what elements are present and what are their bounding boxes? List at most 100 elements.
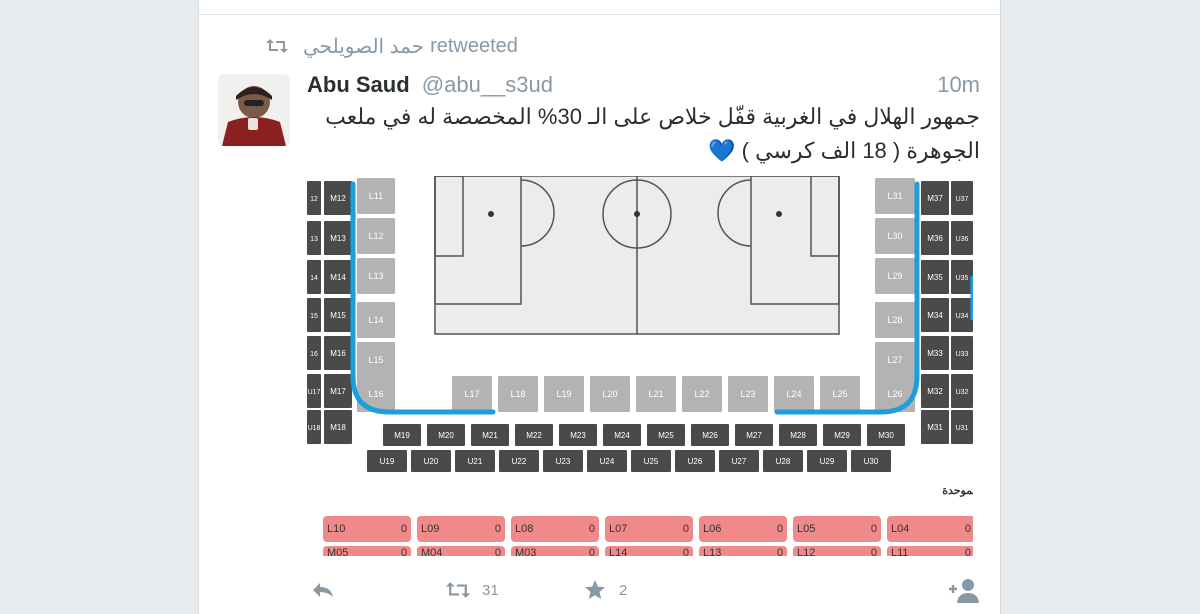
seat-label: M14: [330, 273, 346, 282]
seat-label: U30: [864, 457, 879, 466]
ticket-code: L07: [609, 523, 627, 535]
seat-label: U34: [956, 313, 969, 320]
seat-label: U33: [956, 351, 969, 358]
ticket-count: 0: [777, 523, 783, 535]
seat-label: U23: [556, 457, 571, 466]
seat-label: L16: [368, 389, 383, 399]
ticket-count: 0: [401, 523, 407, 535]
add-user-icon: [949, 579, 979, 603]
seat-label: M36: [927, 234, 943, 243]
seat-label: U27: [732, 457, 747, 466]
seat-label: M24: [614, 431, 630, 440]
seat-label: M28: [790, 431, 806, 440]
seat-label: M33: [927, 349, 943, 358]
ticket-count: 0: [683, 523, 689, 535]
seat-label: M12: [330, 194, 346, 203]
seat-label: L31: [887, 191, 902, 201]
tweet-timestamp[interactable]: 10m: [937, 72, 980, 98]
retweeter-name[interactable]: حمد الصويلحي: [303, 34, 424, 59]
seat-label: L17: [464, 389, 479, 399]
ticket-code: M03: [515, 547, 536, 556]
seat-label: L11: [369, 191, 383, 201]
seat-label: L15: [368, 355, 383, 365]
tweet-actions: 31 2: [307, 572, 980, 608]
retweeted-label: retweeted: [430, 34, 518, 57]
seat-label: M15: [330, 311, 346, 320]
seat-label: L13: [368, 271, 383, 281]
ticket-code: L06: [703, 523, 721, 535]
seat-label: L29: [887, 271, 902, 281]
avatar[interactable]: [218, 74, 290, 146]
seat-label: 16: [310, 351, 318, 358]
reply-icon: [313, 583, 333, 597]
seat-label: L25: [832, 389, 847, 399]
seat-label: M18: [330, 423, 346, 432]
ticket-count: 0: [495, 547, 501, 556]
seat-label: M23: [570, 431, 586, 440]
stadium-seat-map: 12 13 14 15 16 U17 U18 M12 M13 M14 M15 M16 M17 M18 L11…: [307, 176, 973, 556]
reply-button[interactable]: [311, 572, 335, 608]
tweet-card: حمد الصويلحي retweeted Abu Saud @abu__s3…: [198, 0, 1001, 614]
ticket-count: 0: [965, 523, 971, 535]
seat-label: L19: [556, 389, 571, 399]
seat-label: U17: [308, 389, 321, 396]
seat-label: M26: [702, 431, 718, 440]
divider: [199, 14, 1000, 15]
seat-label: L27: [887, 355, 902, 365]
seat-label: U35: [956, 275, 969, 282]
retweet-icon: [445, 582, 471, 598]
author-handle[interactable]: @abu__s3ud: [422, 72, 553, 97]
seat-label: M13: [330, 234, 346, 243]
favorite-count: 2: [619, 581, 628, 599]
seat-label: 15: [310, 313, 318, 320]
ticket-count: 0: [965, 547, 971, 556]
seat-label: M29: [834, 431, 850, 440]
seat-label: M32: [927, 387, 943, 396]
seat-label: L14: [368, 315, 383, 325]
seat-label: U18: [308, 425, 321, 432]
ticket-code: L10: [327, 523, 345, 535]
ticket-count: 0: [589, 523, 595, 535]
retweet-context: حمد الصويلحي retweeted: [265, 34, 518, 58]
seat-label: L30: [887, 231, 902, 241]
seat-label: U26: [688, 457, 703, 466]
seat-label: M21: [482, 431, 498, 440]
seat-label: U37: [956, 196, 969, 203]
seat-label: M16: [330, 349, 346, 358]
seat-label: M17: [330, 387, 346, 396]
ticket-count: 0: [683, 547, 689, 556]
seat-label: L26: [887, 389, 902, 399]
seat-label: U21: [468, 457, 483, 466]
retweet-count: 31: [482, 581, 499, 599]
ticket-count: 0: [401, 547, 407, 556]
favorite-button[interactable]: 2: [583, 572, 627, 608]
seat-label: M35: [927, 273, 943, 282]
seat-label: U28: [776, 457, 791, 466]
author-name[interactable]: Abu Saud: [307, 72, 410, 97]
ticket-count: 0: [495, 523, 501, 535]
ticket-code: L11: [891, 547, 909, 556]
seat-label: U24: [600, 457, 615, 466]
seat-label: M19: [394, 431, 410, 440]
seat-label: 14: [310, 275, 318, 282]
seat-label: U22: [512, 457, 527, 466]
ticket-code: L12: [797, 547, 815, 556]
center-spot: [634, 211, 640, 217]
seat-label: 12: [310, 196, 318, 203]
seat-label: L23: [740, 389, 755, 399]
seat-label: U25: [644, 457, 659, 466]
ticket-code: L08: [515, 523, 533, 535]
legend-title: الموحدة: [942, 485, 973, 497]
ticket-code: M05: [327, 547, 348, 556]
retweet-icon: [266, 39, 288, 53]
seat-label: 13: [310, 236, 318, 243]
ticket-code: L04: [891, 523, 909, 535]
seat-label: U29: [820, 457, 835, 466]
follow-button[interactable]: [946, 572, 980, 608]
seat-label: M20: [438, 431, 454, 440]
retweet-button[interactable]: 31: [444, 572, 499, 608]
tweet-media-stadium-map[interactable]: 12 13 14 15 16 U17 U18 M12 M13 M14 M15 M16 M17 M18 L11…: [307, 176, 973, 556]
seat-label: L21: [648, 389, 663, 399]
seat-label: M25: [658, 431, 674, 440]
ticket-count: 0: [777, 547, 783, 556]
